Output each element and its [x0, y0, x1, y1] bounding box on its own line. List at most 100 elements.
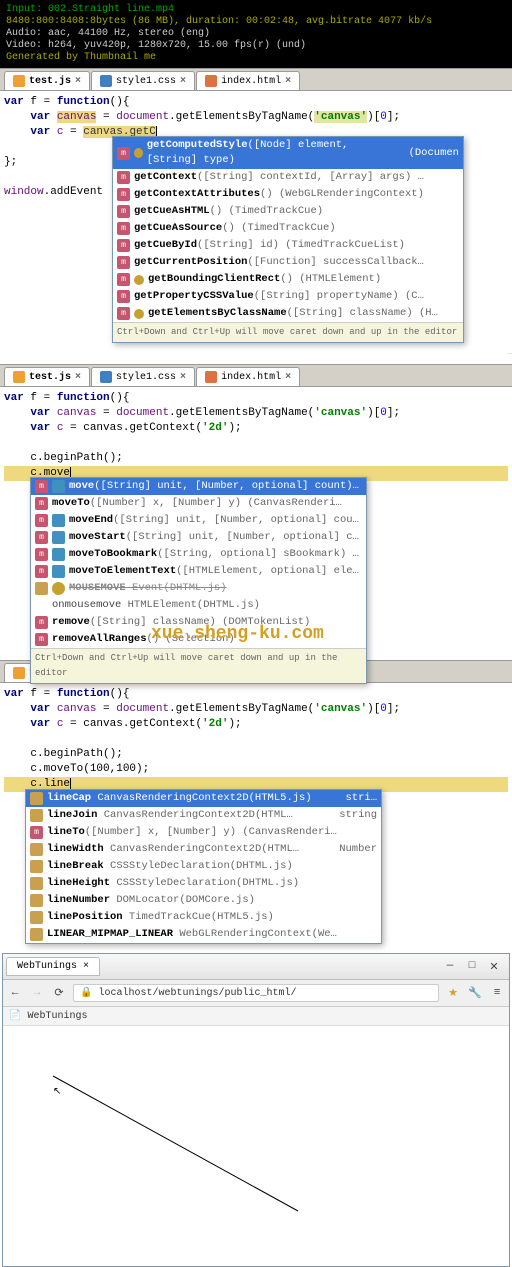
back-icon[interactable]: ← [7, 987, 23, 999]
method-icon: m [117, 147, 130, 160]
tab-style-css[interactable]: style1.css × [91, 71, 195, 90]
ide-pane-2: test.js× style1.css × index.html × var f =… [0, 364, 512, 660]
browser-toolbar: ← → ⟳ 🔒 localhost/webtunings/public_html… [3, 980, 509, 1007]
tab-label: test.js [29, 76, 71, 87]
ac-hint: Ctrl+Down and Ctrl+Up will move caret do… [113, 322, 463, 342]
method-icon: m [117, 307, 130, 320]
kind-icon [134, 275, 144, 285]
autocomplete-popup[interactable]: mmove([String] unit, [Number, optional] … [30, 477, 367, 684]
ac-item[interactable]: mgetContextAttributes() (WebGLRenderingC… [113, 186, 463, 203]
close-icon[interactable]: × [75, 372, 81, 383]
ac-item[interactable]: lineBreak CSSStyleDeclaration(DHTML.js) [26, 858, 381, 875]
forward-icon[interactable]: → [29, 987, 45, 999]
field-icon [30, 843, 43, 856]
method-icon: m [35, 497, 48, 510]
kind-icon [52, 548, 65, 561]
tab-test-js[interactable]: test.js× [4, 367, 90, 386]
close-icon[interactable]: × [285, 372, 291, 383]
ac-item[interactable]: mgetCurrentPosition([Function] successCa… [113, 254, 463, 271]
method-icon: m [35, 565, 48, 578]
ac-item[interactable]: lineJoin CanvasRenderingContext2D(HTML…s… [26, 807, 381, 824]
tab-test-js[interactable]: test.js × [4, 71, 90, 90]
method-icon: m [117, 256, 130, 269]
ac-item[interactable]: lineNumber DOMLocator(DOMCore.js) [26, 892, 381, 909]
ac-item[interactable]: mgetPropertyCSSValue([String] propertyNa… [113, 288, 463, 305]
html-icon [205, 75, 217, 87]
tab-label: style1.css [116, 372, 176, 383]
term-line: Video: h264, yuv420p, 1280x720, 15.00 fp… [6, 40, 506, 52]
js-icon [13, 667, 25, 679]
close-icon[interactable]: ✕ [486, 960, 502, 974]
kind-icon [52, 514, 65, 527]
ac-item[interactable]: mgetCueById([String] id) (TimedTrackCueL… [113, 237, 463, 254]
reload-icon[interactable]: ⟳ [51, 986, 67, 1000]
browser-tab[interactable]: WebTunings × [6, 957, 100, 976]
close-icon[interactable]: × [180, 76, 186, 87]
tab-index-html[interactable]: index.html × [196, 71, 300, 90]
autocomplete-popup[interactable]: mgetComputedStyle([Node] element, [Strin… [112, 136, 464, 343]
ac-item[interactable]: mgetCueAsSource() (TimedTrackCue) [113, 220, 463, 237]
term-line: Audio: aac, 44100 Hz, stereo (eng) [6, 28, 506, 40]
close-icon[interactable]: × [83, 961, 89, 972]
close-icon[interactable]: × [75, 76, 81, 87]
tab-label: index.html [221, 372, 281, 383]
ac-item[interactable]: mremoveAllRanges() (Selection)xue.sheng-… [31, 631, 366, 648]
ac-item[interactable]: MOUSEMOVE Event(DHTML.js) [31, 580, 366, 597]
ac-item[interactable]: lineHeight CSSStyleDeclaration(DHTML.js) [26, 875, 381, 892]
ac-item[interactable]: mgetBoundingClientRect() (HTMLElement) [113, 271, 463, 288]
code-editor[interactable]: var f = function(){ var canvas = documen… [0, 91, 512, 364]
wrench-icon[interactable]: 🔧 [467, 986, 483, 1000]
maximize-icon[interactable]: □ [464, 960, 480, 974]
ac-item[interactable]: mmoveEnd([String] unit, [Number, optiona… [31, 512, 366, 529]
ac-item[interactable]: mgetCueAsHTML() (TimedTrackCue) [113, 203, 463, 220]
browser-tab-title: WebTunings [17, 961, 77, 972]
ac-item[interactable]: mmove([String] unit, [Number, optional] … [31, 478, 366, 495]
bookmark-icon[interactable]: ★ [445, 986, 461, 1000]
field-icon [30, 860, 43, 873]
field-icon [30, 894, 43, 907]
method-icon: m [117, 188, 130, 201]
field-icon [30, 928, 43, 941]
minimize-icon[interactable]: — [442, 960, 458, 974]
ac-item[interactable]: mmoveTo([Number] x, [Number] y) (CanvasR… [31, 495, 366, 512]
method-icon: m [35, 531, 48, 544]
tab-style-css[interactable]: style1.css × [91, 367, 195, 386]
ac-item[interactable]: mlineTo([Number] x, [Number] y) (CanvasR… [26, 824, 381, 841]
code-editor[interactable]: var f = function(){ var canvas = documen… [0, 683, 512, 951]
kind-icon [134, 309, 144, 319]
tab-index-html[interactable]: index.html × [196, 367, 300, 386]
ac-item[interactable]: LINEAR_MIPMAP_LINEAR WebGLRenderingConte… [26, 926, 381, 943]
ac-item[interactable]: mmoveToBookmark([String, optional] sBook… [31, 546, 366, 563]
close-icon[interactable]: × [180, 372, 186, 383]
terminal-output: Input: 002.Straight line.mp4 8480:800:84… [0, 0, 512, 68]
ide-pane-3: test.js× style1.css× index.html× var f =… [0, 660, 512, 951]
autocomplete-popup[interactable]: lineCap CanvasRenderingContext2D(HTML5.j… [25, 789, 382, 944]
url-input[interactable]: 🔒 localhost/webtunings/public_html/ [73, 984, 439, 1002]
bookmarks-bar[interactable]: 📄 WebTunings [3, 1007, 509, 1026]
page-content[interactable]: ↖ [3, 1026, 509, 1266]
kind-icon [52, 582, 65, 595]
method-icon: m [117, 273, 130, 286]
method-icon: m [35, 616, 48, 629]
watermark: xue.sheng-ku.com [151, 627, 324, 642]
ac-item[interactable]: mgetContext([String] contextId, [Array] … [113, 169, 463, 186]
browser-tabbar: WebTunings × — □ ✕ [3, 954, 509, 980]
menu-icon[interactable]: ≡ [489, 987, 505, 999]
code-editor[interactable]: var f = function(){ var canvas = documen… [0, 387, 512, 660]
ac-item[interactable]: lineCap CanvasRenderingContext2D(HTML5.j… [26, 790, 381, 807]
browser-window: WebTunings × — □ ✕ ← → ⟳ 🔒 localhost/web… [2, 953, 510, 1267]
ac-item[interactable]: lineWidth CanvasRenderingContext2D(HTML…… [26, 841, 381, 858]
method-icon: m [30, 826, 43, 839]
css-icon [100, 371, 112, 383]
ac-item[interactable]: onmousemove HTMLElement(DHTML.js) [31, 597, 366, 614]
close-icon[interactable]: × [285, 76, 291, 87]
html-icon [205, 371, 217, 383]
ac-item[interactable]: mgetComputedStyle([Node] element, [Strin… [113, 137, 463, 169]
ac-item[interactable]: mmoveToElementText([HTMLElement, optiona… [31, 563, 366, 580]
kind-icon [52, 531, 65, 544]
ac-item[interactable]: mgetElementsByClassName([String] classNa… [113, 305, 463, 322]
js-icon [13, 371, 25, 383]
ac-item[interactable]: linePosition TimedTrackCue(HTML5.js) [26, 909, 381, 926]
kind-icon [52, 565, 65, 578]
ac-item[interactable]: mmoveStart([String] unit, [Number, optio… [31, 529, 366, 546]
